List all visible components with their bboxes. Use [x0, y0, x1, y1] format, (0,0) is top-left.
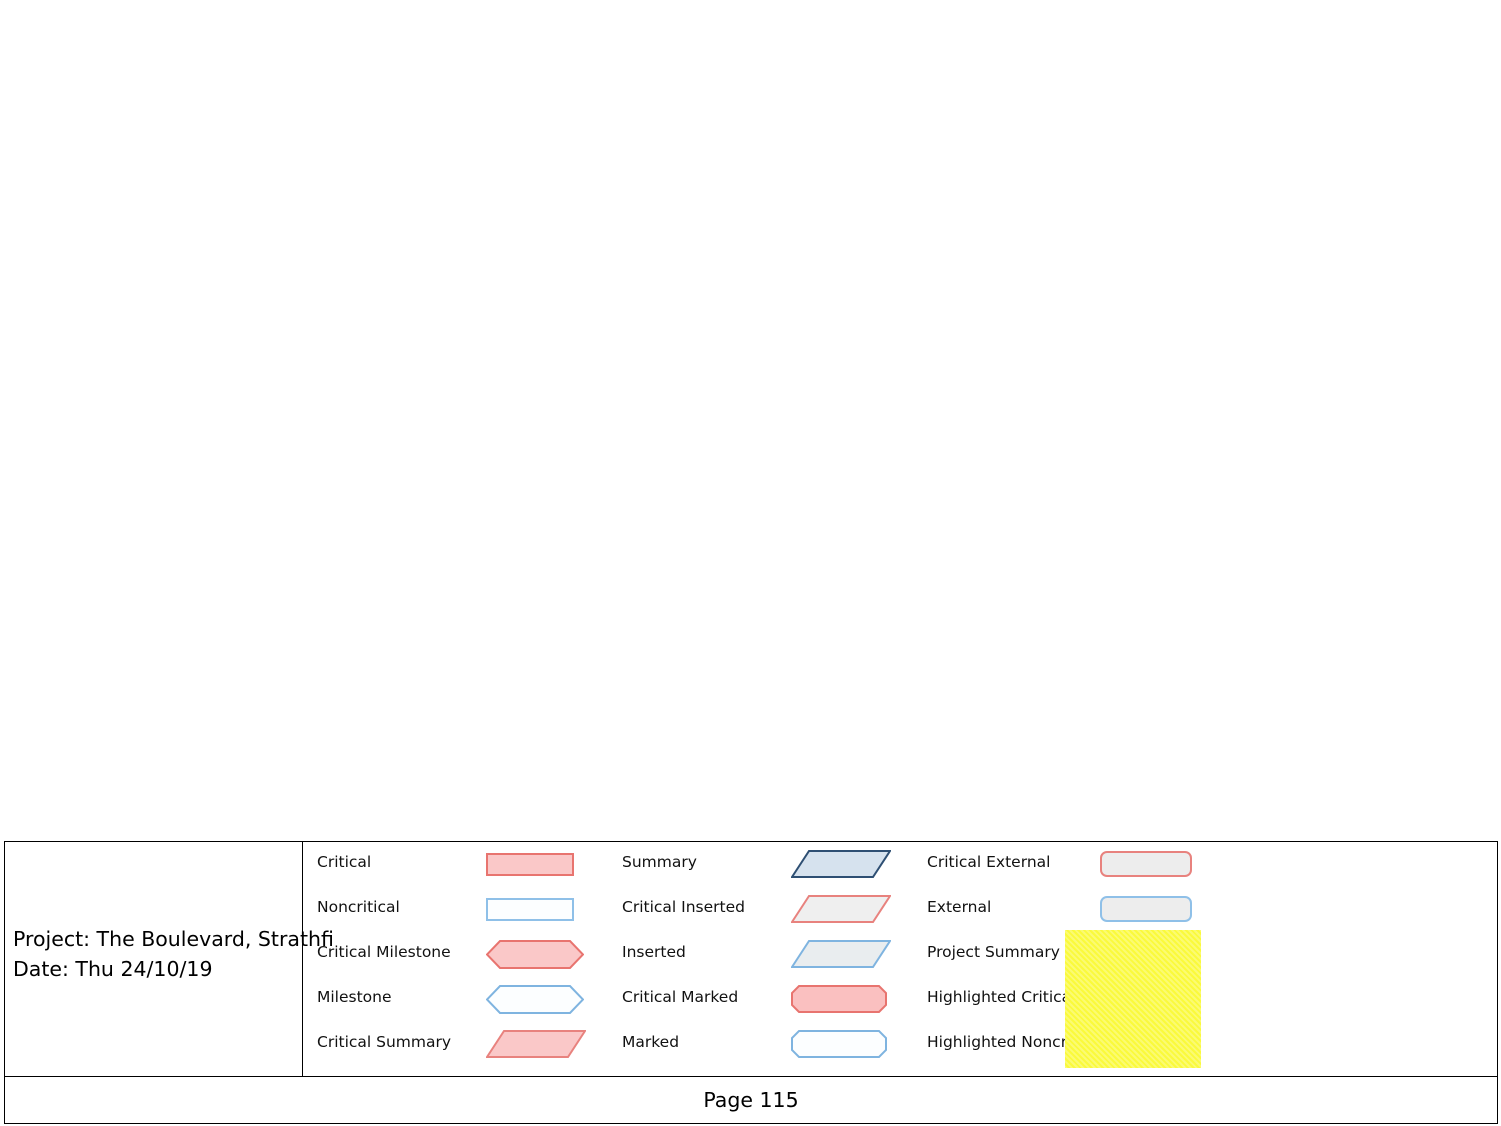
highlighted-noncritical-outline-icon: [1100, 1031, 1188, 1056]
legend-label-external: External: [927, 898, 992, 916]
legend-label-critical-inserted: Critical Inserted: [622, 898, 745, 916]
legend-row-critical: Critical: [304, 842, 609, 887]
highlighted-critical-bracket-icon: [1100, 989, 1188, 1005]
legend-swatch-marked: [791, 1028, 911, 1060]
project-date-line: Date: Thu 24/10/19: [13, 957, 213, 981]
legend-column-3: Critical External External Project Summa…: [914, 842, 1498, 1077]
parallelogram-inserted-icon: [791, 939, 891, 969]
legend-swatch-critical: [486, 848, 606, 880]
legend-swatch-critical-inserted: [791, 893, 911, 925]
legend-swatch-noncritical: [486, 893, 606, 925]
legend-label-critical: Critical: [317, 853, 372, 871]
legend-swatch-highlighted-noncritical: [1100, 1028, 1220, 1060]
legend-label-critical-marked: Critical Marked: [622, 988, 739, 1006]
page-footer: Page 115: [4, 1077, 1498, 1124]
task-bar-critical-icon: [486, 853, 574, 876]
rounded-bar-critical-external-icon: [1100, 851, 1192, 877]
legend-row-marked: Marked: [609, 1022, 914, 1067]
legend-label-project-summary: Project Summary: [927, 943, 1060, 961]
legend-row-critical-marked: Critical Marked: [609, 977, 914, 1022]
legend-row-noncritical: Noncritical: [304, 887, 609, 932]
legend-swatch-milestone: [486, 983, 606, 1015]
project-summary-bracket-icon: [1100, 944, 1188, 960]
legend-label-critical-milestone: Critical Milestone: [317, 943, 451, 961]
legend-label-critical-external: Critical External: [927, 853, 1051, 871]
legend-swatch-project-summary: [1100, 938, 1220, 970]
legend-label-noncritical: Noncritical: [317, 898, 400, 916]
legend-swatch-external: [1100, 893, 1220, 925]
legend-row-milestone: Milestone: [304, 977, 609, 1022]
legend-row-highlighted-noncritical: Highlighted Noncritical: [914, 1022, 1498, 1067]
legend-row-critical-summary: Critical Summary: [304, 1022, 609, 1067]
parallelogram-summary-icon: [791, 849, 891, 879]
legend-column-2: Summary Critical Inserted Inserted Criti…: [609, 842, 914, 1077]
legend-row-summary: Summary: [609, 842, 914, 887]
legend-swatch-inserted: [791, 938, 911, 970]
hexagon-milestone-icon: [486, 985, 584, 1014]
legend-label-milestone: Milestone: [317, 988, 392, 1006]
octagon-marked-icon: [791, 1030, 887, 1058]
page-number-label: Page 115: [703, 1088, 799, 1112]
hexagon-critical-milestone-icon: [486, 940, 584, 969]
rounded-bar-external-icon: [1100, 896, 1192, 922]
legend-swatch-highlighted-critical: [1100, 983, 1220, 1015]
printed-page: Project: The Boulevard, Strathfi Date: T…: [0, 0, 1501, 1126]
task-bar-noncritical-icon: [486, 898, 574, 921]
legend-swatch-summary: [791, 848, 911, 880]
legend-row-inserted: Inserted: [609, 932, 914, 977]
legend-row-critical-milestone: Critical Milestone: [304, 932, 609, 977]
legend-swatch-critical-milestone: [486, 938, 606, 970]
legend-table: Project: The Boulevard, Strathfi Date: T…: [4, 841, 1498, 1077]
legend-grid: Critical Noncritical Critical Milestone: [304, 842, 1498, 1077]
legend-row-critical-inserted: Critical Inserted: [609, 887, 914, 932]
legend-row-highlighted-critical: Highlighted Critical: [914, 977, 1498, 1022]
project-info-cell: Project: The Boulevard, Strathfi Date: T…: [5, 842, 334, 1077]
parallelogram-critical-summary-icon: [486, 1029, 586, 1059]
octagon-critical-marked-icon: [791, 985, 887, 1013]
legend-label-highlighted-critical: Highlighted Critical: [927, 988, 1076, 1006]
gantt-chart-canvas: [4, 0, 1498, 841]
project-name-line: Project: The Boulevard, Strathfi: [13, 927, 334, 951]
legend-swatch-critical-marked: [791, 983, 911, 1015]
legend-row-project-summary: Project Summary: [914, 932, 1498, 977]
legend-row-external: External: [914, 887, 1498, 932]
legend-label-highlighted-noncritical: Highlighted Noncritical: [927, 1033, 1105, 1051]
legend-label-inserted: Inserted: [622, 943, 686, 961]
legend-column-1: Critical Noncritical Critical Milestone: [304, 842, 609, 1077]
legend-swatch-critical-summary: [486, 1028, 606, 1060]
legend-row-critical-external: Critical External: [914, 842, 1498, 887]
project-text-block: Project: The Boulevard, Strathfi Date: T…: [13, 924, 334, 984]
legend-label-critical-summary: Critical Summary: [317, 1033, 452, 1051]
legend-swatch-critical-external: [1100, 848, 1220, 880]
legend-label-marked: Marked: [622, 1033, 680, 1051]
legend-label-summary: Summary: [622, 853, 697, 871]
parallelogram-critical-inserted-icon: [791, 894, 891, 924]
